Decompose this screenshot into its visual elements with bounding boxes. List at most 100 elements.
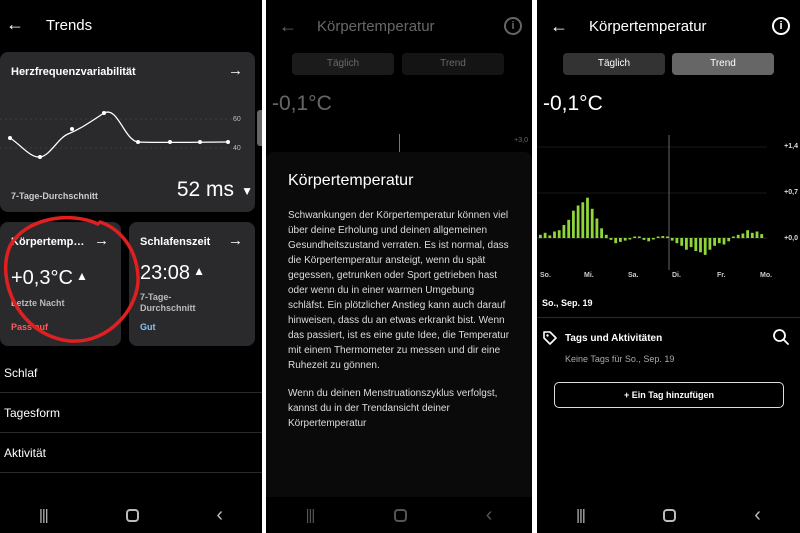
trend-bar[interactable] [647,238,651,242]
arrow-right-icon[interactable]: → [94,232,109,249]
trend-bar[interactable] [614,238,618,244]
trend-bar[interactable] [572,210,575,238]
trend-bar[interactable] [746,230,749,238]
hrv-subtitle: 7-Tage-Durchschnitt [11,191,98,201]
temp-status: Pass auf [11,322,49,332]
arrow-right-icon[interactable]: → [228,62,243,79]
system-nav-bar: ||| ‹ [266,497,532,533]
trend-bar[interactable] [661,236,665,238]
list-item-aktivitaet[interactable]: Aktivität [0,433,262,473]
search-icon[interactable] [772,328,790,346]
recent-apps-icon[interactable]: ||| [306,507,316,524]
page-title: Körpertemperatur [589,18,707,35]
trend-bar[interactable] [727,238,731,242]
trend-bar[interactable] [637,236,641,239]
trend-bar[interactable] [732,236,735,239]
triangle-down-icon: ▼ [241,184,253,198]
y-tick-label: +1,4 [784,143,798,150]
triangle-up-icon: ▲ [193,264,205,278]
add-tag-button[interactable]: + Ein Tag hinzufügen [554,382,784,408]
tag-icon [543,331,557,345]
trend-bar[interactable] [703,238,707,255]
trend-bar[interactable] [586,197,589,238]
info-sheet[interactable]: Körpertemperatur Schwankungen der Körper… [266,152,532,497]
trend-bar[interactable] [722,238,726,245]
tab-trend[interactable]: Trend [402,53,504,75]
trend-bar[interactable] [699,238,702,253]
trend-bar[interactable] [595,218,599,239]
x-tick-label: Mi. [584,272,594,279]
back-icon[interactable]: ‹ [486,505,493,525]
back-arrow-icon[interactable]: ← [279,16,297,37]
arrow-right-icon[interactable]: → [228,232,243,249]
x-tick-label: Fr. [717,272,726,279]
back-arrow-icon[interactable]: ← [6,14,24,35]
page-title: Trends [46,17,93,34]
tab-trend[interactable]: Trend [672,53,774,75]
home-icon[interactable] [125,508,139,522]
trend-bar[interactable] [713,238,716,246]
trend-bar[interactable] [642,238,646,240]
home-icon[interactable] [393,508,407,522]
trend-bar[interactable] [600,228,603,239]
trend-bar[interactable] [548,235,552,238]
recent-apps-icon[interactable]: ||| [576,507,586,524]
list-item-tagesform[interactable]: Tagesform [0,393,262,433]
system-nav-bar: ||| ‹ [0,497,262,533]
trend-bar[interactable] [581,202,585,239]
edge-panel-handle[interactable] [257,110,262,146]
trend-bar[interactable] [539,234,542,239]
trend-bar[interactable] [741,233,745,239]
trend-bar[interactable] [680,238,684,246]
trend-bar[interactable] [623,238,627,241]
trend-bar[interactable] [562,225,566,238]
trend-bar[interactable] [755,231,759,239]
home-icon[interactable] [663,508,676,522]
back-arrow-icon[interactable]: ← [550,16,568,37]
back-icon[interactable]: ‹ [754,505,761,525]
tab-daily[interactable]: Täglich [563,53,665,75]
trend-bar[interactable] [633,236,636,239]
hrv-axis-bottom: 40 [233,145,241,152]
trend-bar[interactable] [567,219,571,238]
list-item-schlaf[interactable]: Schlaf [0,353,262,393]
info-icon[interactable]: i [772,17,790,35]
temp-trend-chart[interactable] [537,130,800,270]
trend-bar[interactable] [553,231,556,239]
header: ← Trends [0,12,262,40]
tags-section-title: Tags und Aktivitäten [565,333,663,344]
trend-bar[interactable] [557,230,561,238]
trend-bar[interactable] [604,234,608,239]
chart-cursor-line [399,134,400,154]
x-tick-label: Mo. [760,272,773,279]
trend-bar[interactable] [609,238,613,240]
trend-bar[interactable] [689,238,693,248]
trend-bar[interactable] [685,238,688,250]
trend-bar[interactable] [708,238,712,250]
page-title: Körpertemperatur [317,18,435,35]
trend-bar[interactable] [670,238,674,241]
trend-bar[interactable] [750,232,754,238]
trend-bar[interactable] [760,234,764,238]
trend-bar[interactable] [619,238,622,242]
trend-bar[interactable] [543,232,547,238]
bedtime-status: Gut [140,322,156,332]
trend-bar[interactable] [656,236,660,239]
sheet-text: Schwankungen der Körpertemperatur können… [288,208,510,431]
trend-bar[interactable] [694,238,698,251]
sleep-card-title: Schlafenszeit [140,236,211,248]
temp-info-screen: ← Körpertemperatur i Täglich Trend -0,1°… [266,0,532,533]
trend-bar[interactable] [666,236,669,239]
trend-bar[interactable] [675,238,679,244]
tab-daily[interactable]: Täglich [292,53,394,75]
hrv-value: 52 ms [176,178,234,201]
recent-apps-icon[interactable]: ||| [39,507,49,524]
trend-bar[interactable] [717,238,721,244]
trend-bar[interactable] [652,238,655,240]
trend-bar[interactable] [628,238,632,240]
info-icon[interactable]: i [504,17,522,35]
trend-bar[interactable] [590,208,594,239]
back-icon[interactable]: ‹ [216,505,223,525]
trend-bar[interactable] [736,234,740,239]
trend-bar[interactable] [576,205,580,239]
